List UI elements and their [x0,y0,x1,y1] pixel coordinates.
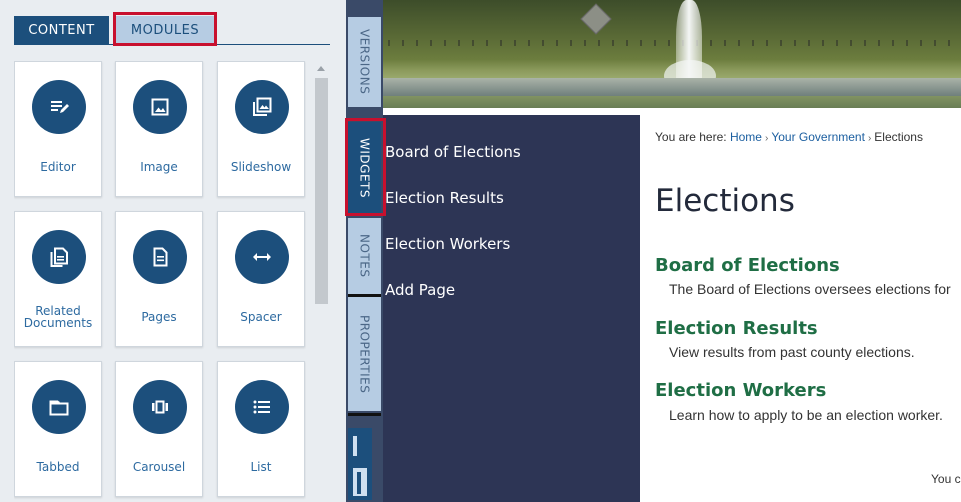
nav-item-board-of-elections[interactable]: Board of Elections [385,143,521,161]
nav-item-election-workers[interactable]: Election Workers [385,235,510,253]
breadcrumb-separator-icon: › [764,133,769,144]
road-sign [580,3,612,35]
module-label: List [250,460,272,474]
side-tab-properties[interactable]: PROPERTIES [348,297,381,411]
side-tab-divider [348,413,381,416]
module-label: Related Documents [23,304,93,330]
section-desc-workers: Learn how to apply to be an election wor… [669,407,943,423]
module-tile-carousel[interactable]: Carousel [115,361,203,497]
editor-icon [32,80,86,134]
section-nav: Board of Elections Election Results Elec… [383,115,640,502]
breadcrumb-home-link[interactable]: Home [730,130,762,144]
slideshow-icon [235,80,289,134]
breadcrumb-prefix: You are here: [655,130,727,144]
scroll-thumb[interactable] [315,78,328,304]
tab-content[interactable]: CONTENT [14,16,109,44]
breadcrumb-current: Elections [874,130,923,144]
module-label: Spacer [240,310,282,324]
module-tile-list[interactable]: List [217,361,305,497]
module-tile-image[interactable]: Image [115,61,203,197]
section-heading-results[interactable]: Election Results [655,318,818,339]
module-tile-spacer[interactable]: Spacer [217,211,305,347]
section-desc-results: View results from past county elections. [669,344,915,360]
banner-image [346,0,961,108]
main-content: You are here: Home › Your Government › Elect… [640,115,961,502]
fence-decoration [346,40,961,46]
tabbed-icon [32,380,86,434]
related-documents-icon [32,230,86,284]
section-desc-board: The Board of Elections oversees election… [669,281,951,297]
nav-item-add-page[interactable]: Add Page [385,281,455,299]
module-tile-editor[interactable]: Editor [14,61,102,197]
section-heading-board[interactable]: Board of Elections [655,255,840,276]
module-label: Tabbed [36,460,80,474]
module-tile-pages[interactable]: Pages [115,211,203,347]
module-tile-tabbed[interactable]: Tabbed [14,361,102,497]
module-label: Editor [40,160,76,174]
page-preview: VERSIONS WIDGETS NOTES PROPERTIES Board … [346,0,961,502]
list-icon [235,380,289,434]
panel-scrollbar[interactable] [314,61,328,502]
breadcrumb: You are here: Home › Your Government › Elect… [655,130,923,144]
modules-panel: CONTENT MODULES Editor Image Slideshow R… [0,0,346,502]
scroll-up-arrow-icon[interactable] [317,66,325,71]
layout-icon-inner [357,472,361,494]
footer-text: You c [931,472,961,486]
drag-handle-icon [353,436,357,456]
breadcrumb-gov-link[interactable]: Your Government [771,130,865,144]
mini-toolbar[interactable] [348,428,372,500]
module-label: Carousel [132,460,186,474]
side-tab-versions[interactable]: VERSIONS [348,17,381,107]
pond-water [346,78,961,96]
module-tile-slideshow[interactable]: Slideshow [217,61,305,197]
module-tile-related-documents[interactable]: Related Documents [14,211,102,347]
pages-icon [133,230,187,284]
module-label: Slideshow [230,160,292,174]
module-tiles: Editor Image Slideshow Related Documents [14,61,306,502]
section-heading-workers[interactable]: Election Workers [655,380,826,401]
cms-editor: CONTENT MODULES Editor Image Slideshow R… [0,0,961,502]
highlight-modules-tab [113,12,217,46]
highlight-widgets-tab [345,118,386,216]
module-label: Pages [141,310,177,324]
breadcrumb-separator-icon: › [867,133,872,144]
module-label: Image [140,160,178,174]
page-title: Elections [655,183,795,219]
nav-item-election-results[interactable]: Election Results [385,189,504,207]
editor-side-tabs: VERSIONS WIDGETS NOTES PROPERTIES [346,0,383,502]
carousel-icon [133,380,187,434]
image-icon [133,80,187,134]
side-tab-notes[interactable]: NOTES [348,218,381,294]
spacer-icon [235,230,289,284]
